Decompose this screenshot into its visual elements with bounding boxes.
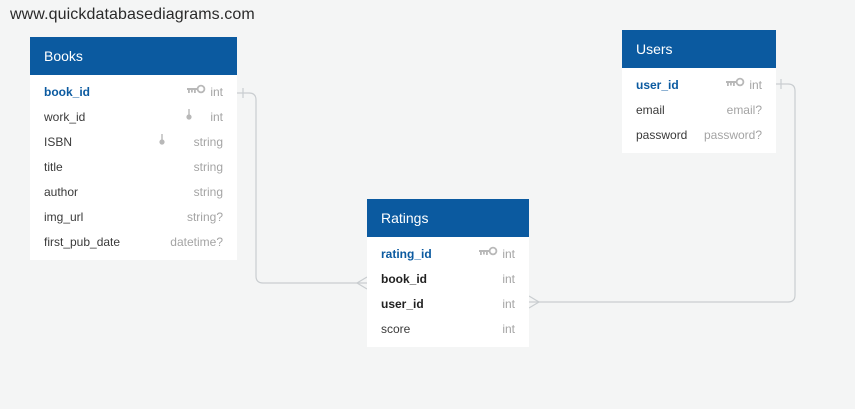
- field-type: int: [502, 247, 515, 261]
- books-field-book-id[interactable]: book_id int: [30, 79, 237, 104]
- users-field-email[interactable]: email email?: [622, 97, 776, 122]
- field-type: int: [210, 110, 223, 124]
- field-type: string: [193, 135, 223, 149]
- pin-icon: [186, 109, 192, 121]
- field-type: int: [502, 272, 515, 286]
- users-table-header[interactable]: Users: [622, 30, 776, 68]
- field-name: first_pub_date: [44, 235, 121, 249]
- pin-icon: [159, 134, 165, 146]
- books-field-title[interactable]: title string: [30, 154, 237, 179]
- ratings-field-score[interactable]: score int: [367, 316, 529, 341]
- field-name: book_id: [44, 85, 91, 99]
- users-field-password[interactable]: password password?: [622, 122, 776, 147]
- field-type: string: [193, 185, 223, 199]
- field-name: user_id: [636, 78, 679, 92]
- books-ratings-connector: [237, 92, 367, 284]
- books-field-img-url[interactable]: img_url string?: [30, 204, 237, 229]
- field-type: password?: [703, 128, 762, 142]
- books-field-first-pub-date[interactable]: first_pub_date datetime?: [30, 229, 237, 254]
- field-type: int: [502, 322, 515, 336]
- field-type: int: [502, 297, 515, 311]
- books-field-author[interactable]: author string: [30, 179, 237, 204]
- ratings-field-rating-id[interactable]: rating_id int: [367, 241, 529, 266]
- field-name: img_url: [44, 210, 84, 224]
- field-name: rating_id: [381, 247, 432, 261]
- field-type: email?: [726, 103, 762, 117]
- books-table-header[interactable]: Books: [30, 37, 237, 75]
- field-name: ISBN: [44, 135, 73, 149]
- key-icon: [725, 77, 745, 87]
- key-icon: [186, 84, 206, 94]
- field-name: author: [44, 185, 79, 199]
- books-field-isbn[interactable]: ISBN string: [30, 129, 237, 154]
- books-field-work-id[interactable]: work_id int: [30, 104, 237, 129]
- field-name: email: [636, 103, 665, 117]
- field-type: int: [210, 85, 223, 99]
- field-name: book_id: [381, 272, 428, 286]
- field-type: string?: [186, 210, 223, 224]
- field-name: work_id: [44, 110, 86, 124]
- ratings-table-header[interactable]: Ratings: [367, 199, 529, 237]
- ratings-field-user-id[interactable]: user_id int: [367, 291, 529, 316]
- ratings-field-book-id[interactable]: book_id int: [367, 266, 529, 291]
- ratings-table[interactable]: Ratings rating_id int book_id int user_i…: [367, 199, 529, 347]
- field-name: score: [381, 322, 411, 336]
- field-name: title: [44, 160, 63, 174]
- field-type: datetime?: [170, 235, 223, 249]
- books-table[interactable]: Books book_id int work_id int ISBN strin…: [30, 37, 237, 260]
- users-field-user-id[interactable]: user_id int: [622, 72, 776, 97]
- key-icon: [478, 246, 498, 256]
- field-type: int: [749, 78, 762, 92]
- users-table[interactable]: Users user_id int email email? password …: [622, 30, 776, 153]
- field-name: user_id: [381, 297, 424, 311]
- field-type: string: [193, 160, 223, 174]
- field-name: password: [636, 128, 688, 142]
